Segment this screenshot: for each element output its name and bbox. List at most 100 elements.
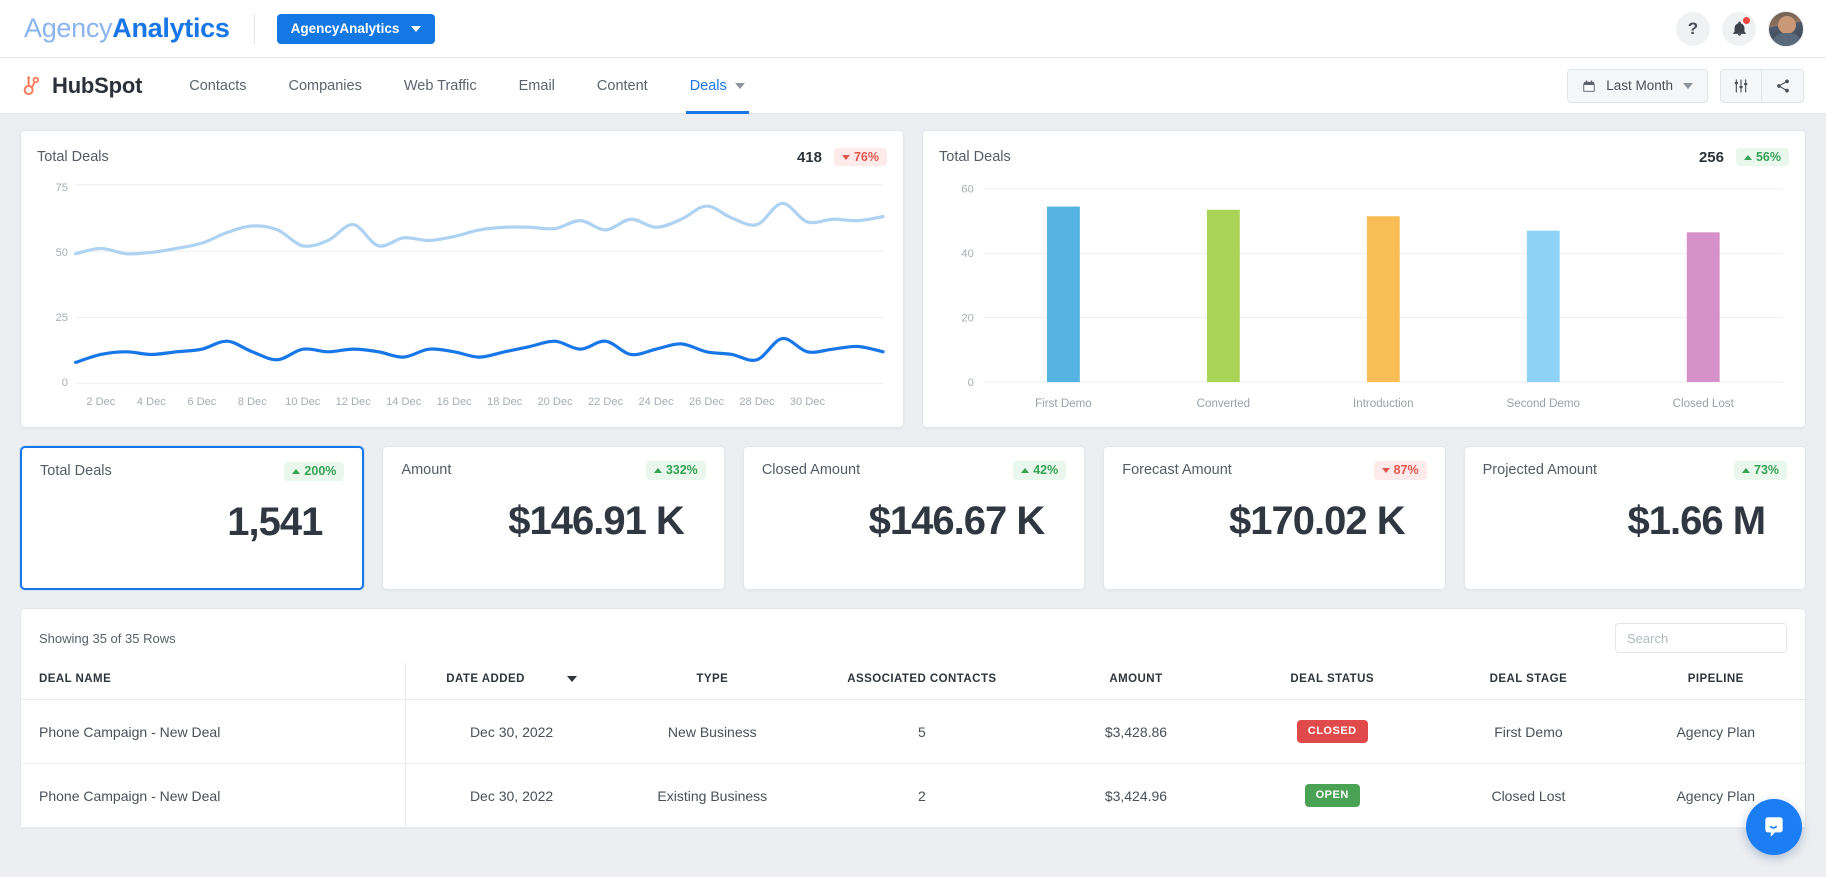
table-header: DEAL NAME DATE ADDED TYPE ASSOCIATED CON…: [21, 663, 1805, 700]
kpi-header: Amount 332%: [401, 461, 706, 480]
table-body: Phone Campaign - New Deal Dec 30, 2022 New…: [21, 699, 1805, 828]
date-range-label: Last Month: [1606, 78, 1673, 93]
column-header-deal-stage[interactable]: DEAL STAGE: [1430, 663, 1627, 700]
cell-amount: $3,424.96: [1037, 763, 1235, 828]
nav-actions: Last Month: [1567, 68, 1804, 103]
svg-text:20 Dec: 20 Dec: [538, 396, 574, 408]
cell-date-added: Dec 30, 2022: [404, 699, 619, 764]
kpi-row: Total Deals 200% 1,541 Amount 332% $146.91 K C…: [20, 446, 1807, 590]
bar-chart-title: Total Deals: [939, 149, 1011, 165]
cell-deal-status: OPEN: [1234, 763, 1431, 828]
line-chart-delta: 76%: [853, 149, 879, 164]
cell-deal-stage: First Demo: [1430, 699, 1627, 764]
column-header-pipeline[interactable]: PIPELINE: [1626, 663, 1805, 700]
chevron-down-icon: [734, 82, 745, 89]
divider: [253, 13, 255, 44]
kpi-header: Projected Amount 73%: [1482, 461, 1788, 480]
kpi-value: 1,541: [227, 500, 323, 544]
tab-label: Email: [518, 77, 555, 94]
kpi-delta-badge: 87%: [1373, 461, 1427, 480]
kpi-delta: 42%: [1033, 463, 1059, 477]
line-chart-summary: 418 76%: [796, 147, 887, 167]
column-header-associated-contacts[interactable]: ASSOCIATED CONTACTS: [805, 663, 1038, 700]
column-header-deal-name[interactable]: DEAL NAME: [21, 663, 405, 700]
bar-chart-header: Total Deals 256 56%: [939, 145, 1789, 169]
svg-text:25: 25: [56, 312, 68, 324]
account-switcher-button[interactable]: AgencyAnalytics: [276, 13, 436, 44]
kpi-delta: 87%: [1393, 463, 1419, 477]
column-header-deal-status[interactable]: DEAL STATUS: [1234, 663, 1431, 700]
svg-text:22 Dec: 22 Dec: [588, 396, 624, 408]
notifications-button[interactable]: [1722, 11, 1756, 46]
table-row[interactable]: Phone Campaign - New Deal Dec 30, 2022 New…: [21, 699, 1805, 764]
line-chart-delta-badge: 76%: [833, 147, 887, 167]
svg-text:6 Dec: 6 Dec: [187, 396, 216, 408]
kpi-delta: 73%: [1754, 463, 1780, 477]
tab-web-traffic[interactable]: Web Traffic: [383, 58, 498, 114]
kpi-delta: 332%: [665, 463, 698, 477]
tab-content[interactable]: Content: [576, 58, 669, 114]
svg-text:50: 50: [56, 247, 68, 259]
chat-launcher-button[interactable]: [1746, 799, 1802, 855]
dashboard-content: Total Deals 418 76% 0 25 50 75 2 Dec 4 Dec 6 …: [0, 114, 1826, 829]
app-logo-bold: Analytics: [112, 13, 230, 43]
bar-chart-value: 256: [1698, 148, 1724, 166]
calendar-icon: [1583, 79, 1595, 92]
svg-text:Second Demo: Second Demo: [1507, 398, 1580, 410]
line-chart-plot: 0 25 50 75 2 Dec 4 Dec 6 Dec 8 Dec 10 Dec 12 Dec…: [37, 175, 887, 421]
cell-type: New Business: [618, 699, 806, 764]
help-button[interactable]: ?: [1676, 11, 1710, 46]
kpi-card-projected-amount[interactable]: Projected Amount 73% $1.66 M: [1463, 446, 1807, 590]
top-bar: AgencyAnalytics AgencyAnalytics ?: [0, 0, 1826, 58]
bar-chart-delta: 56%: [1755, 149, 1781, 164]
kpi-label: Projected Amount: [1482, 462, 1598, 479]
column-header-amount[interactable]: AMOUNT: [1037, 663, 1235, 700]
date-range-picker[interactable]: Last Month: [1567, 68, 1708, 103]
svg-text:14 Dec: 14 Dec: [386, 396, 422, 408]
search-input[interactable]: [1615, 623, 1787, 653]
column-header-date-added[interactable]: DATE ADDED: [404, 663, 619, 700]
svg-text:0: 0: [62, 377, 68, 389]
tab-email[interactable]: Email: [498, 58, 576, 114]
arrow-down-icon: [1381, 467, 1390, 473]
table-row[interactable]: Phone Campaign - New Deal Dec 30, 2022 Exi…: [21, 763, 1805, 828]
tab-deals[interactable]: Deals: [669, 58, 766, 114]
line-chart-card: Total Deals 418 76% 0 25 50 75 2 Dec 4 Dec 6 …: [20, 130, 904, 428]
kpi-card-amount[interactable]: Amount 332% $146.91 K: [382, 446, 725, 590]
kpi-card-closed-amount[interactable]: Closed Amount 42% $146.67 K: [742, 446, 1086, 590]
filter-settings-button[interactable]: [1720, 68, 1762, 103]
svg-text:16 Dec: 16 Dec: [437, 396, 473, 408]
cell-deal-status: CLOSED: [1234, 699, 1431, 764]
kpi-value: $146.67 K: [868, 499, 1046, 543]
integration-nav-bar: HubSpot Contacts Companies Web Traffic E…: [0, 58, 1826, 114]
app-logo-light: Agency: [24, 13, 113, 43]
arrow-down-icon: [841, 154, 850, 160]
avatar[interactable]: [1768, 10, 1804, 47]
line-chart-value: 418: [796, 148, 822, 166]
cell-deal-name: Phone Campaign - New Deal: [21, 699, 405, 764]
notification-dot: [1742, 15, 1751, 25]
tab-contacts[interactable]: Contacts: [168, 58, 267, 114]
app-logo[interactable]: AgencyAnalytics: [24, 13, 230, 44]
share-button[interactable]: [1762, 68, 1804, 103]
kpi-card-forecast-amount[interactable]: Forecast Amount 87% $170.02 K: [1103, 446, 1446, 590]
kpi-card-total-deals[interactable]: Total Deals 200% 1,541: [20, 446, 365, 590]
tab-label: Deals: [689, 77, 727, 94]
column-header-type[interactable]: TYPE: [618, 663, 806, 700]
account-switcher-label: AgencyAnalytics: [290, 21, 400, 36]
tab-label: Companies: [288, 77, 362, 94]
top-bar-actions: ?: [1676, 10, 1804, 47]
kpi-label: Closed Amount: [761, 462, 861, 479]
kpi-header: Total Deals 200%: [40, 462, 345, 481]
kpi-delta-badge: 200%: [284, 462, 345, 481]
deals-table: DEAL NAME DATE ADDED TYPE ASSOCIATED CON…: [21, 663, 1805, 828]
cell-type: Existing Business: [618, 763, 806, 828]
kpi-label: Amount: [401, 462, 452, 479]
tab-label: Contacts: [189, 77, 247, 94]
tab-label: Web Traffic: [403, 77, 477, 94]
nav-tabs: Contacts Companies Web Traffic Email Con…: [168, 58, 766, 114]
kpi-header: Closed Amount 42%: [761, 461, 1067, 480]
svg-text:0: 0: [968, 377, 974, 389]
tab-companies[interactable]: Companies: [267, 58, 382, 114]
nav-icon-buttons: [1720, 68, 1804, 103]
